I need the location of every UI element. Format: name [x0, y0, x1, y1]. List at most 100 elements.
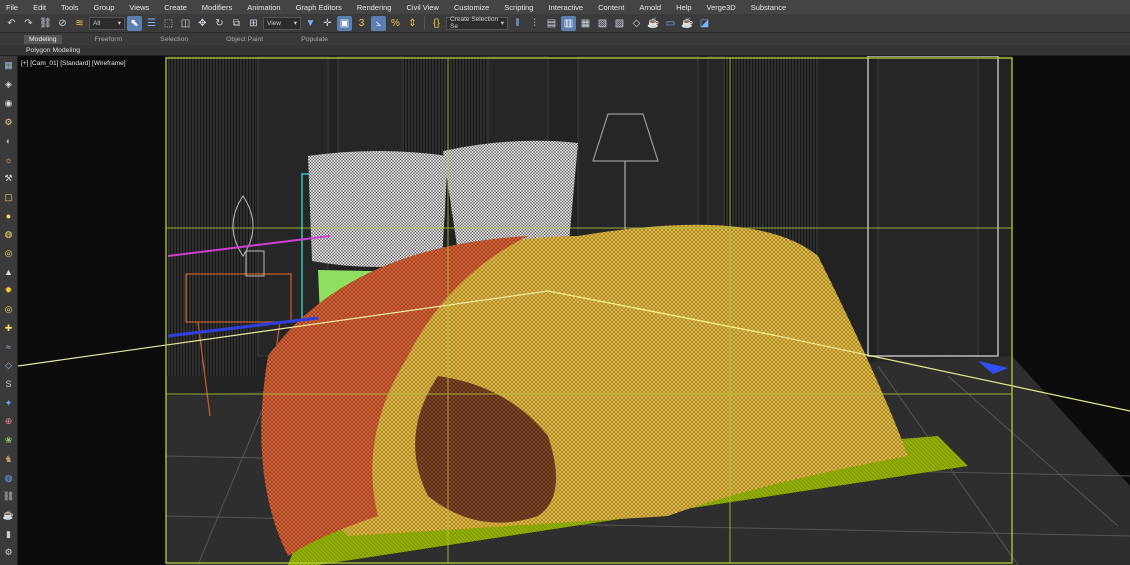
- menu-rendering[interactable]: Rendering: [357, 3, 392, 12]
- menu-edit[interactable]: Edit: [33, 3, 46, 12]
- menu-file[interactable]: File: [6, 3, 18, 12]
- menu-group[interactable]: Group: [94, 3, 115, 12]
- command-modify-icon[interactable]: ◉: [2, 96, 16, 110]
- menu-civil-view[interactable]: Civil View: [406, 3, 438, 12]
- left-toolbar: ▦ ◈ ◉ ⚙ ◐ ☼ ⚒ ▢ ● ◍ ◎ ▲ ✹ ◎ ✚ ≈ ◇ S ✦ ⊕ ❀ ♞ ◍ ⛓ ☕ ▮ ⚙: [0, 56, 18, 565]
- tab-object-paint[interactable]: Object Paint: [221, 35, 268, 44]
- cylinder-icon[interactable]: ◍: [2, 228, 16, 242]
- move-icon[interactable]: ✥: [195, 16, 210, 31]
- reference-coord-dropdown[interactable]: View ▾: [263, 16, 301, 30]
- select-icon[interactable]: ⬉: [127, 15, 142, 31]
- camera-viewport[interactable]: [+] [Cam_01] [Standard] [Wireframe]: [18, 56, 1130, 565]
- foliage-icon[interactable]: ❀: [2, 434, 16, 448]
- command-hierarchy-icon[interactable]: ⚙: [2, 115, 16, 129]
- command-utilities-icon[interactable]: ⚒: [2, 171, 16, 185]
- menu-animation[interactable]: Animation: [247, 3, 280, 12]
- sphere-icon[interactable]: ●: [2, 209, 16, 223]
- render-icon[interactable]: ☕: [2, 509, 16, 523]
- spinner-snap-icon[interactable]: ⇕: [405, 16, 420, 31]
- menu-content[interactable]: Content: [598, 3, 624, 12]
- menu-interactive[interactable]: Interactive: [548, 3, 583, 12]
- scene-explorer-icon[interactable]: ▤: [544, 16, 559, 31]
- link-icon[interactable]: ⛓: [38, 16, 53, 31]
- viewport-layout-icon[interactable]: ▦: [2, 59, 16, 73]
- spacewarp-icon[interactable]: ≈: [2, 340, 16, 354]
- bind-spacewarp-icon[interactable]: ≋: [72, 16, 87, 31]
- select-by-name-icon[interactable]: ☰: [144, 16, 159, 31]
- reference-coord-value: View: [267, 19, 281, 27]
- rect-region-icon[interactable]: ⬚: [161, 16, 176, 31]
- command-motion-icon[interactable]: ◐: [2, 134, 16, 148]
- character-icon[interactable]: ♞: [2, 452, 16, 466]
- menu-views[interactable]: Views: [129, 3, 149, 12]
- bars-icon[interactable]: ▮: [2, 527, 16, 541]
- align-icon[interactable]: ⫶: [527, 16, 542, 31]
- tab-populate[interactable]: Populate: [296, 35, 333, 44]
- main-toolbar: ↶ ↷ ⛓ ⊘ ≋ All ▾ ⬉ ☰ ⬚ ◫ ✥ ↻ ⧉ ⊞ View ▾ ▼ ✛…: [0, 14, 1130, 33]
- tab-freeform[interactable]: Freeform: [90, 35, 128, 44]
- render-icon[interactable]: ☕: [680, 16, 695, 31]
- menu-tools[interactable]: Tools: [61, 3, 79, 12]
- render-setup-icon[interactable]: ☕: [646, 16, 661, 31]
- ribbon-panel-label: Polygon Modeling: [26, 46, 81, 54]
- snap-3d-icon[interactable]: 3: [354, 16, 369, 31]
- select-manipulate-icon[interactable]: ⊞: [246, 16, 261, 31]
- render-frame-icon[interactable]: ▭: [663, 16, 678, 31]
- torus-icon[interactable]: ◎: [2, 246, 16, 260]
- render-production-icon[interactable]: ◪: [697, 16, 712, 31]
- menu-help[interactable]: Help: [676, 3, 691, 12]
- systems-icon[interactable]: ◇: [2, 359, 16, 373]
- rotate-icon[interactable]: ↻: [212, 16, 227, 31]
- viewport-label[interactable]: [+] [Cam_01] [Standard] [Wireframe]: [21, 60, 126, 67]
- link-chain-icon[interactable]: ⛓: [2, 490, 16, 504]
- window-crossing-icon[interactable]: ◫: [178, 16, 193, 31]
- percent-snap-icon[interactable]: %: [388, 16, 403, 31]
- mirror-icon[interactable]: ⫴: [510, 16, 525, 31]
- edit-named-sets-icon[interactable]: {}: [429, 16, 444, 31]
- box-icon[interactable]: ▢: [2, 190, 16, 204]
- menu-scripting[interactable]: Scripting: [504, 3, 533, 12]
- menu-modifiers[interactable]: Modifiers: [202, 3, 232, 12]
- scale-icon[interactable]: ⧉: [229, 16, 244, 31]
- menu-customize[interactable]: Customize: [454, 3, 489, 12]
- particle-icon[interactable]: ✦: [2, 396, 16, 410]
- light-icon[interactable]: ✹: [2, 284, 16, 298]
- compound-icon[interactable]: ⊕: [2, 415, 16, 429]
- toolbar-divider: [424, 16, 425, 30]
- command-create-icon[interactable]: ◈: [2, 78, 16, 92]
- selection-filter-value: All: [93, 19, 101, 27]
- tab-selection[interactable]: Selection: [155, 35, 193, 44]
- ribbon-panel: Polygon Modeling: [0, 45, 1130, 56]
- settings-icon[interactable]: ⚙: [2, 546, 16, 560]
- curve-editor-icon[interactable]: ▧: [595, 16, 610, 31]
- helper-icon[interactable]: ✚: [2, 321, 16, 335]
- selection-lock-icon[interactable]: ▣: [337, 15, 352, 31]
- camera-icon[interactable]: ◎: [2, 303, 16, 317]
- named-selection-value: Create Selection Se: [450, 16, 499, 30]
- globe-icon[interactable]: ◍: [2, 471, 16, 485]
- named-selection-dropdown[interactable]: Create Selection Se ▾: [446, 16, 508, 30]
- layer-explorer-icon[interactable]: ▥: [561, 15, 576, 31]
- pivot-icon[interactable]: ▼: [303, 16, 318, 31]
- shape-icon[interactable]: S: [2, 377, 16, 391]
- unlink-icon[interactable]: ⊘: [55, 16, 70, 31]
- keyboard-shortcut-icon[interactable]: ✛: [320, 16, 335, 31]
- material-editor-icon[interactable]: ◇: [629, 16, 644, 31]
- menu-arnold[interactable]: Arnold: [639, 3, 661, 12]
- menu-verge3d[interactable]: Verge3D: [707, 3, 736, 12]
- angle-snap-icon[interactable]: ⦣: [371, 15, 386, 31]
- cone-icon[interactable]: ▲: [2, 265, 16, 279]
- tab-modeling[interactable]: Modeling: [24, 34, 62, 44]
- selection-filter-dropdown[interactable]: All ▾: [89, 16, 125, 30]
- undo-icon[interactable]: ↶: [4, 16, 19, 31]
- ribbon-tabs: Modeling Freeform Selection Object Paint Pop…: [0, 33, 1130, 45]
- menu-graph-editors[interactable]: Graph Editors: [296, 3, 342, 12]
- graphite-toggle-icon[interactable]: ▦: [578, 16, 593, 31]
- menu-substance[interactable]: Substance: [751, 3, 786, 12]
- redo-icon[interactable]: ↷: [21, 16, 36, 31]
- chevron-down-icon: ▾: [293, 20, 297, 27]
- command-display-icon[interactable]: ☼: [2, 153, 16, 167]
- menu-create[interactable]: Create: [164, 3, 187, 12]
- schematic-view-icon[interactable]: ▨: [612, 16, 627, 31]
- menu-bar: File Edit Tools Group Views Create Modifiers An…: [0, 0, 1130, 14]
